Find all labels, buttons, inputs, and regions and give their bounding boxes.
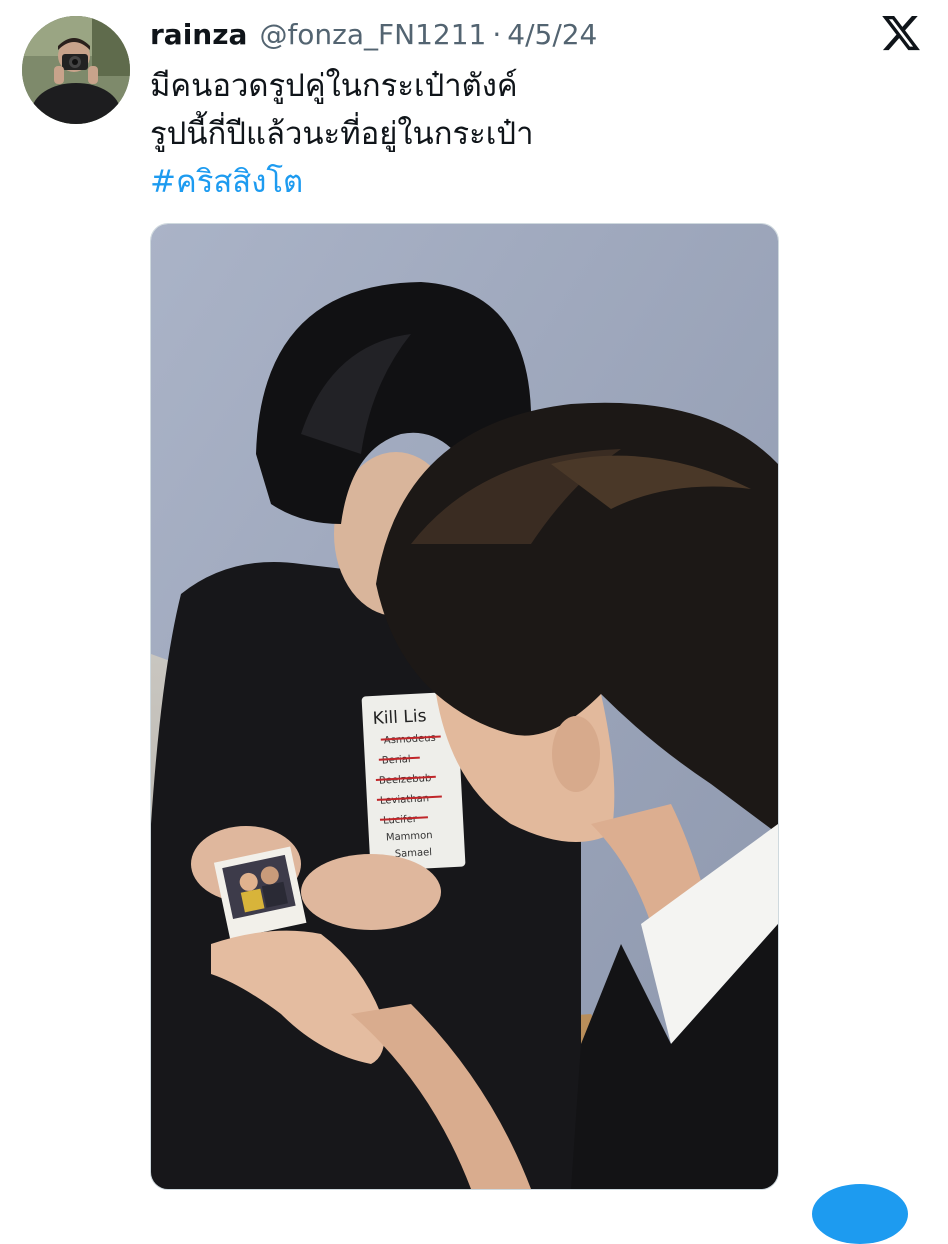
- tweet-header: rainza @fonza_FN1211 · 4/5/24: [150, 14, 597, 54]
- tweet-date[interactable]: 4/5/24: [507, 18, 597, 51]
- tweet-text: มีคนอวดรูปคู่ในกระเป๋าตังค์ รูปนี้กี่ปีแ…: [150, 62, 910, 206]
- tweet-text-line-2: รูปนี้กี่ปีแล้วนะที่อยู่ในกระเป๋า: [150, 116, 534, 152]
- tweet-photo[interactable]: Kill Lis Asmodeus Berial Beelzebub Levia…: [150, 223, 779, 1190]
- display-name[interactable]: rainza: [150, 18, 247, 51]
- user-handle[interactable]: @fonza_FN1211: [259, 18, 486, 51]
- avatar[interactable]: [22, 16, 130, 124]
- photo-illustration: Kill Lis Asmodeus Berial Beelzebub Levia…: [151, 224, 778, 1189]
- shirt-print-title: Kill Lis: [372, 706, 427, 729]
- separator-dot: ·: [492, 17, 502, 51]
- avatar-image: [22, 16, 130, 124]
- tweet-text-line-1: มีคนอวดรูปคู่ในกระเป๋าตังค์: [150, 68, 518, 104]
- hashtag-link[interactable]: #คริสสิงโต: [150, 158, 910, 206]
- scroll-indicator: [812, 1184, 908, 1244]
- x-logo-icon[interactable]: [880, 12, 922, 54]
